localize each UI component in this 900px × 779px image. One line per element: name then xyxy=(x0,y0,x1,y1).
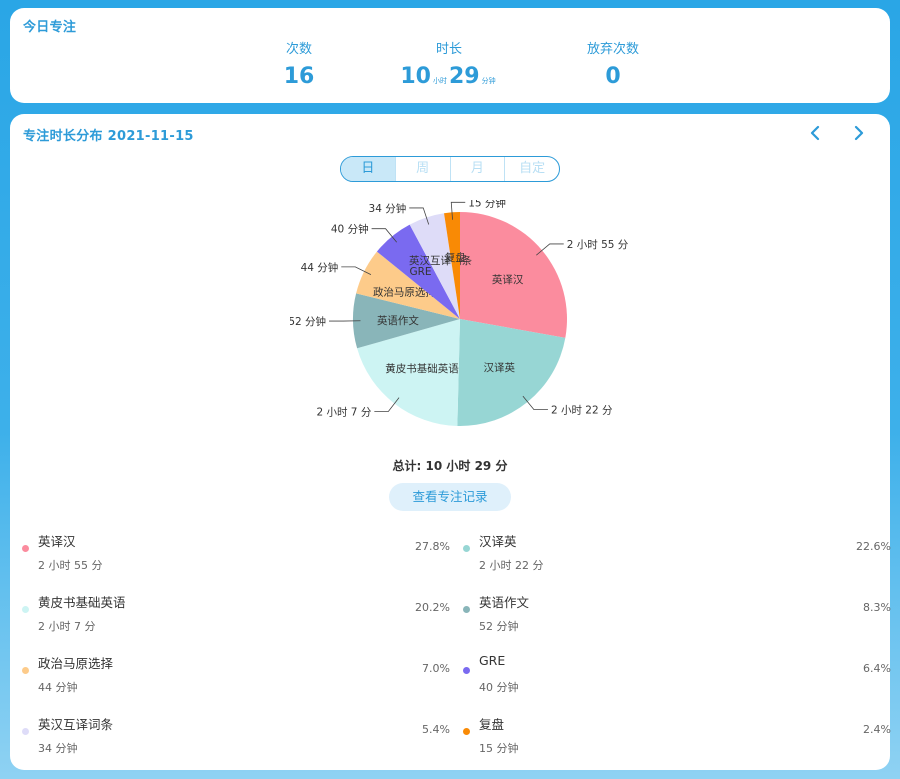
count-label: 次数 xyxy=(285,42,312,57)
legend-name: 复盘 xyxy=(479,717,505,732)
legend-duration: 2 小时 22 分 xyxy=(479,559,544,572)
slice-label: 英译汉 xyxy=(492,273,524,286)
legend-color-dot xyxy=(22,667,29,674)
chevron-left-icon xyxy=(810,125,820,141)
legend-percent: 2.4% xyxy=(863,723,891,736)
tab-month[interactable]: 月 xyxy=(449,157,505,181)
duration-label: 时长 xyxy=(435,42,462,57)
legend-color-dot xyxy=(463,545,470,552)
duration-value: 10 小时29 分钟 xyxy=(379,65,519,93)
slice-label: 黄皮书基础英语 xyxy=(385,362,459,375)
legend-percent: 22.6% xyxy=(856,540,891,553)
legend-duration: 15 分钟 xyxy=(479,742,519,755)
legend-duration: 2 小时 7 分 xyxy=(38,620,96,633)
legend-name: 汉译英 xyxy=(479,534,517,549)
legend-item[interactable]: 英译汉 2 小时 55 分 27.8% xyxy=(20,529,450,579)
duration-minutes: 29 xyxy=(449,64,480,89)
legend-color-dot xyxy=(22,545,29,552)
legend-color-dot xyxy=(463,606,470,613)
abandon-value: 0 xyxy=(605,64,621,89)
duration-stat: 时长 10 小时29 分钟 xyxy=(379,38,519,93)
tab-custom[interactable]: 自定 xyxy=(504,157,559,181)
duration-minutes-unit: 分钟 xyxy=(481,77,496,85)
legend-percent: 7.0% xyxy=(422,662,450,675)
count-stat: 次数 16 xyxy=(229,38,369,89)
legend-item[interactable]: 英语作文 52 分钟 8.3% xyxy=(461,590,891,640)
today-focus-title: 今日专注 xyxy=(23,20,77,35)
legend-duration: 2 小时 55 分 xyxy=(38,559,103,572)
today-focus-card: 今日专注 次数 16 时长 10 小时29 分钟 放弃次数 0 xyxy=(10,8,890,103)
legend-color-dot xyxy=(22,728,29,735)
duration-hours-unit: 小时 xyxy=(433,77,447,85)
abandon-stat: 放弃次数 0 xyxy=(543,38,683,89)
legend-percent: 5.4% xyxy=(422,723,450,736)
legend-duration: 52 分钟 xyxy=(479,620,519,633)
legend-item[interactable]: GRE 40 分钟 6.4% xyxy=(461,651,891,701)
legend-name: GRE xyxy=(479,653,506,668)
tab-week[interactable]: 周 xyxy=(394,157,450,181)
slice-label: 复盘 xyxy=(445,251,466,264)
legend-item[interactable]: 英汉互译词条 34 分钟 5.4% xyxy=(20,712,450,762)
distribution-card: 专注时长分布 2021-11-15 日 周 月 自定 英译汉 2 小时 55 分汉… xyxy=(10,114,891,770)
legend-percent: 6.4% xyxy=(863,662,891,675)
prev-date-button[interactable] xyxy=(808,122,822,149)
legend-percent: 20.2% xyxy=(415,601,450,614)
legend-name: 政治马原选择 xyxy=(38,656,114,671)
pie-chart: 英译汉 2 小时 55 分汉译英 2 小时 22 分 黄皮书基础英语 2 小时 7 分 英… xyxy=(290,200,629,426)
legend-name: 黄皮书基础英语 xyxy=(38,595,126,610)
duration-hours: 10 xyxy=(400,64,431,89)
distribution-title: 专注时长分布 2021-11-15 xyxy=(23,129,194,144)
legend-item[interactable]: 黄皮书基础英语 2 小时 7 分 20.2% xyxy=(20,590,450,640)
slice-duration-label: 2 小时 22 分 xyxy=(551,405,613,417)
legend-duration: 44 分钟 xyxy=(38,681,78,694)
slice-label: 汉译英 xyxy=(483,361,515,374)
legend-percent: 27.8% xyxy=(415,540,450,553)
slice-duration-label: 34 分钟 xyxy=(369,202,407,215)
slice-duration-label: 15 分钟 xyxy=(468,200,506,209)
slice-duration-label: 52 分钟 xyxy=(290,315,326,328)
legend-duration: 34 分钟 xyxy=(38,742,78,755)
legend-name: 英汉互译词条 xyxy=(38,717,114,732)
legend-percent: 8.3% xyxy=(863,601,891,614)
slice-label: 英语作文 xyxy=(377,314,419,327)
chevron-right-icon xyxy=(854,125,864,141)
abandon-label: 放弃次数 xyxy=(586,42,639,57)
legend-item[interactable]: 复盘 15 分钟 2.4% xyxy=(461,712,891,762)
view-focus-records-button[interactable]: 查看专注记录 xyxy=(389,483,511,511)
legend-name: 英语作文 xyxy=(479,595,530,610)
total-duration: 总计: 10 小时 29 分 xyxy=(392,459,508,473)
legend-color-dot xyxy=(463,728,470,735)
legend-color-dot xyxy=(22,606,29,613)
legend-duration: 40 分钟 xyxy=(479,681,519,694)
next-date-button[interactable] xyxy=(852,122,866,149)
slice-duration-label: 40 分钟 xyxy=(331,223,369,236)
legend-name: 英译汉 xyxy=(38,534,76,549)
tab-day[interactable]: 日 xyxy=(341,157,395,181)
slice-duration-label: 2 小时 7 分 xyxy=(316,406,371,418)
count-value: 16 xyxy=(283,64,315,89)
legend-item[interactable]: 汉译英 2 小时 22 分 22.6% xyxy=(461,529,891,579)
slice-label: GRE xyxy=(409,266,431,278)
slice-duration-label: 44 分钟 xyxy=(301,261,339,274)
period-segmented-control: 日 周 月 自定 xyxy=(340,156,560,182)
slice-duration-label: 2 小时 55 分 xyxy=(567,239,629,251)
legend-item[interactable]: 政治马原选择 44 分钟 7.0% xyxy=(20,651,450,701)
legend-color-dot xyxy=(463,667,470,674)
